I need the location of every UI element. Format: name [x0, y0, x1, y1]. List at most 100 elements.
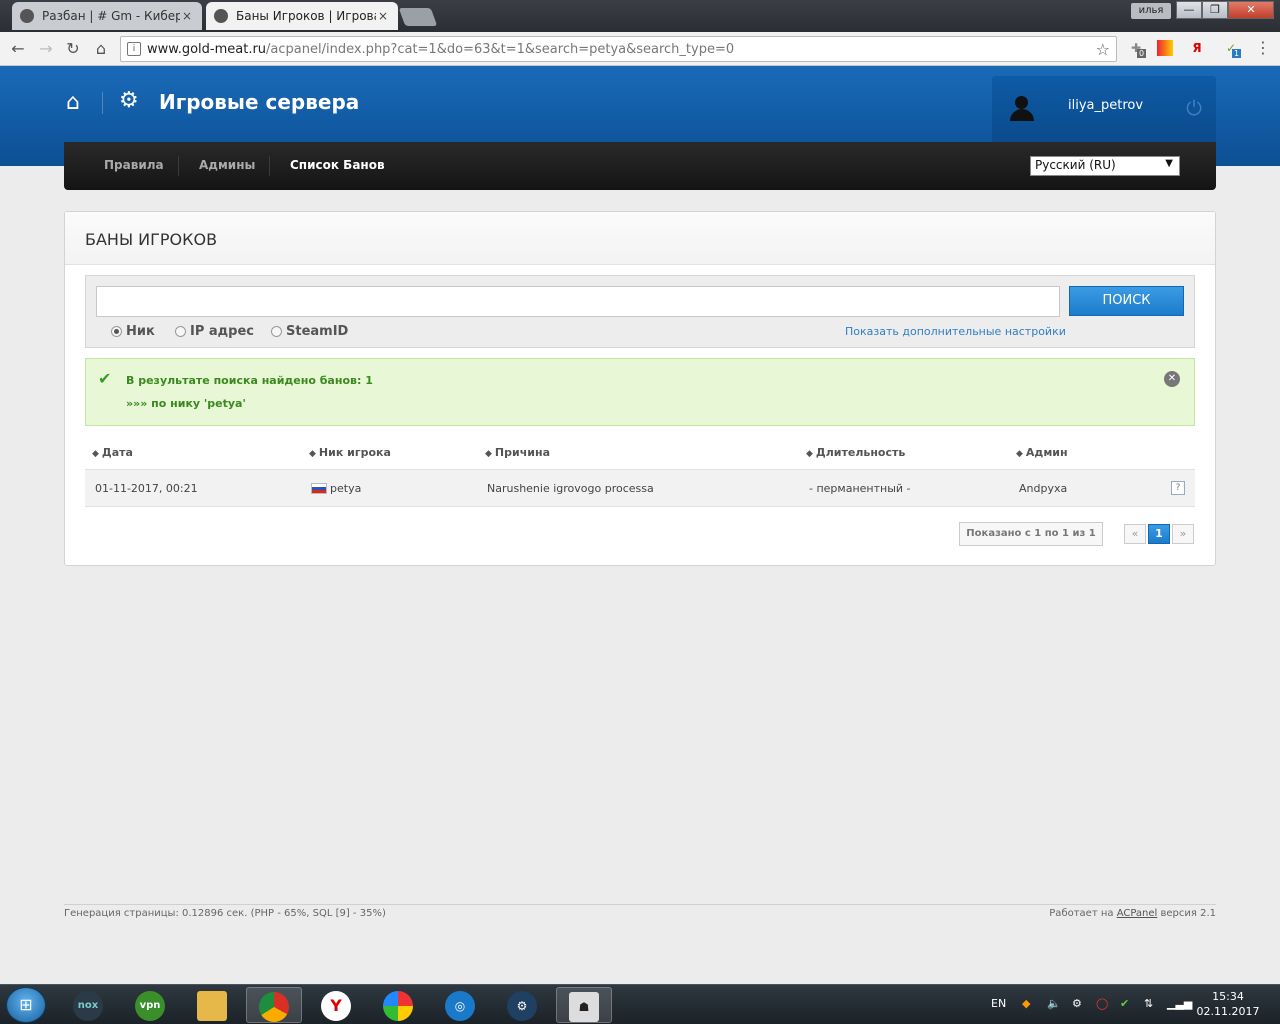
menu-kebab-icon[interactable]: ⋮: [1254, 39, 1272, 57]
column-header: Ник игрока: [318, 446, 391, 459]
pagination-page[interactable]: 1: [1148, 524, 1170, 544]
radio-steamid[interactable]: SteamID: [271, 324, 348, 339]
details-icon[interactable]: ?: [1171, 481, 1185, 495]
input-language[interactable]: EN: [991, 997, 1006, 1010]
back-arrow-icon[interactable]: ←: [8, 39, 28, 59]
antivirus-tray-icon[interactable]: ✔: [1120, 997, 1129, 1010]
antivirus-icon[interactable]: ✓ 1: [1222, 39, 1241, 58]
cell-date: 01-11-2017, 00:21: [95, 482, 198, 495]
search-input[interactable]: [96, 286, 1060, 317]
radio-label: IP адрес: [190, 324, 254, 339]
result-alert: ✔ В результате поиска найдено банов: 1 »…: [85, 358, 1195, 426]
vpn-icon[interactable]: vpn: [122, 987, 178, 1023]
clock[interactable]: 15:34 02.11.2017: [1196, 989, 1260, 1019]
nox-icon[interactable]: nox: [60, 987, 116, 1023]
sort-icon: ◆: [309, 449, 316, 459]
pagination-next[interactable]: »: [1172, 524, 1194, 544]
bans-panel: БАНЫ ИГРОКОВ ПОИСК Ник IP адрес SteamID …: [64, 211, 1216, 566]
radio-dot: [175, 326, 186, 337]
close-alert-icon[interactable]: ✕: [1164, 371, 1180, 387]
header-divider: [102, 92, 103, 114]
address-bar[interactable]: i www.gold-meat.ru/acpanel/index.php?cat…: [120, 36, 1117, 62]
steam-tray-icon[interactable]: ⚙: [1072, 997, 1082, 1010]
dropdown-arrow-icon: ▼: [1165, 158, 1173, 169]
windows-start-icon[interactable]: ⊞: [6, 987, 46, 1023]
volume-icon[interactable]: 🔈: [1047, 997, 1061, 1010]
column-header: Длительность: [815, 446, 906, 459]
nav-admins[interactable]: Админы: [199, 158, 255, 172]
counter-strike-icon[interactable]: ☗: [556, 987, 612, 1023]
nav-banlist[interactable]: Список Банов: [290, 158, 385, 172]
forward-arrow-icon[interactable]: →: [36, 39, 56, 59]
col-duration[interactable]: ◆ Длительность: [806, 446, 905, 459]
footer-prefix: Работает на: [1049, 908, 1114, 919]
browser-user-badge[interactable]: илья: [1131, 3, 1171, 19]
yandex-icon[interactable]: Я: [1188, 39, 1206, 57]
footer-credits: Работает на ACPanel версия 2.1: [1049, 908, 1216, 919]
teamviewer-icon[interactable]: ◎: [432, 987, 488, 1023]
yandex-browser-icon[interactable]: Y: [308, 987, 364, 1023]
site-title[interactable]: Игровые сервера: [159, 90, 359, 114]
cell-duration: - перманентный -: [809, 482, 911, 495]
radio-label: Ник: [126, 324, 155, 339]
taskbar: ⊞ nox vpn Y ◎ ⚙ ☗ EN ◆ 🔈 ⚙ ◯ ✔ ⇅ ▁▃▅ 15:…: [0, 984, 1280, 1024]
flag-icon[interactable]: [1157, 40, 1173, 56]
tab-close-icon[interactable]: ×: [180, 9, 194, 23]
col-date[interactable]: ◆ Дата: [92, 446, 133, 459]
col-reason[interactable]: ◆ Причина: [485, 446, 550, 459]
steam-icon[interactable]: ⚙: [494, 987, 550, 1023]
sort-icon: ◆: [1016, 449, 1023, 459]
browser-toolbar: ← → ↻ ⌂ i www.gold-meat.ru/acpanel/index…: [0, 32, 1280, 66]
tray-app-icon[interactable]: ◆: [1022, 997, 1030, 1010]
explorer-icon[interactable]: [184, 987, 240, 1023]
radio-ip[interactable]: IP адрес: [175, 324, 254, 339]
language-select[interactable]: Русский (RU) ▼: [1030, 156, 1180, 176]
opera-tray-icon[interactable]: ◯: [1096, 997, 1108, 1010]
table-row[interactable]: 01-11-2017, 00:21 petya Narushenie igrov…: [85, 469, 1195, 507]
avatar-body: [1010, 109, 1034, 121]
clock-time: 15:34: [1212, 990, 1244, 1003]
sort-icon: ◆: [92, 449, 99, 459]
page-info-icon[interactable]: i: [127, 42, 141, 56]
home-button-icon[interactable]: ⌂: [91, 39, 111, 59]
home-icon[interactable]: ⌂: [66, 90, 80, 115]
tab-razban[interactable]: Разбан | # Gm - Киберс ×: [12, 2, 202, 30]
extension-badge: 0: [1137, 49, 1146, 58]
radio-nick[interactable]: Ник: [111, 324, 155, 339]
extension-badge: 1: [1232, 49, 1241, 58]
cell-reason: Narushenie igrovogo processa: [487, 482, 654, 495]
url-host: www.gold-meat.ru: [147, 42, 267, 57]
nav-rules[interactable]: Правила: [104, 158, 164, 172]
network-icon[interactable]: ⇅: [1144, 997, 1153, 1010]
maximize-button[interactable]: ❐: [1202, 1, 1228, 19]
radio-dot-selected: [111, 326, 122, 337]
col-admin[interactable]: ◆ Админ: [1016, 446, 1068, 459]
footer-divider: [64, 904, 1216, 905]
bookmark-star-icon[interactable]: ☆: [1096, 40, 1110, 59]
reload-icon[interactable]: ↻: [63, 39, 83, 59]
new-tab-button[interactable]: [398, 8, 438, 26]
acpanel-link[interactable]: ACPanel: [1117, 908, 1158, 919]
col-nick[interactable]: ◆ Ник игрока: [309, 446, 391, 459]
tab-bans[interactable]: Баны Игроков | Игрова ×: [206, 2, 398, 30]
pagination-prev[interactable]: «: [1124, 524, 1146, 544]
power-icon[interactable]: ⏻: [1186, 96, 1202, 120]
username[interactable]: iliya_petrov: [1068, 98, 1143, 113]
sort-icon: ◆: [485, 449, 492, 459]
tab-close-icon[interactable]: ×: [376, 9, 390, 23]
close-window-button[interactable]: ✕: [1228, 1, 1274, 19]
more-settings-link[interactable]: Показать дополнительные настройки: [845, 325, 1066, 338]
cell-nick: petya: [311, 482, 361, 495]
avatar[interactable]: [1008, 94, 1036, 122]
minimize-button[interactable]: —: [1176, 1, 1202, 19]
url-text[interactable]: www.gold-meat.ru/acpanel/index.php?cat=1…: [147, 42, 734, 57]
site-favicon-icon: [214, 9, 228, 23]
signal-icon[interactable]: ▁▃▅: [1167, 997, 1192, 1010]
check-icon: ✔: [98, 369, 112, 388]
clock-date: 02.11.2017: [1196, 1005, 1260, 1018]
puzzle-icon[interactable]: ✚ 0: [1127, 39, 1146, 58]
chrome-icon[interactable]: [246, 987, 302, 1023]
search-button[interactable]: ПОИСК: [1069, 286, 1184, 316]
bluestacks-icon[interactable]: [370, 987, 426, 1023]
radio-dot: [271, 326, 282, 337]
